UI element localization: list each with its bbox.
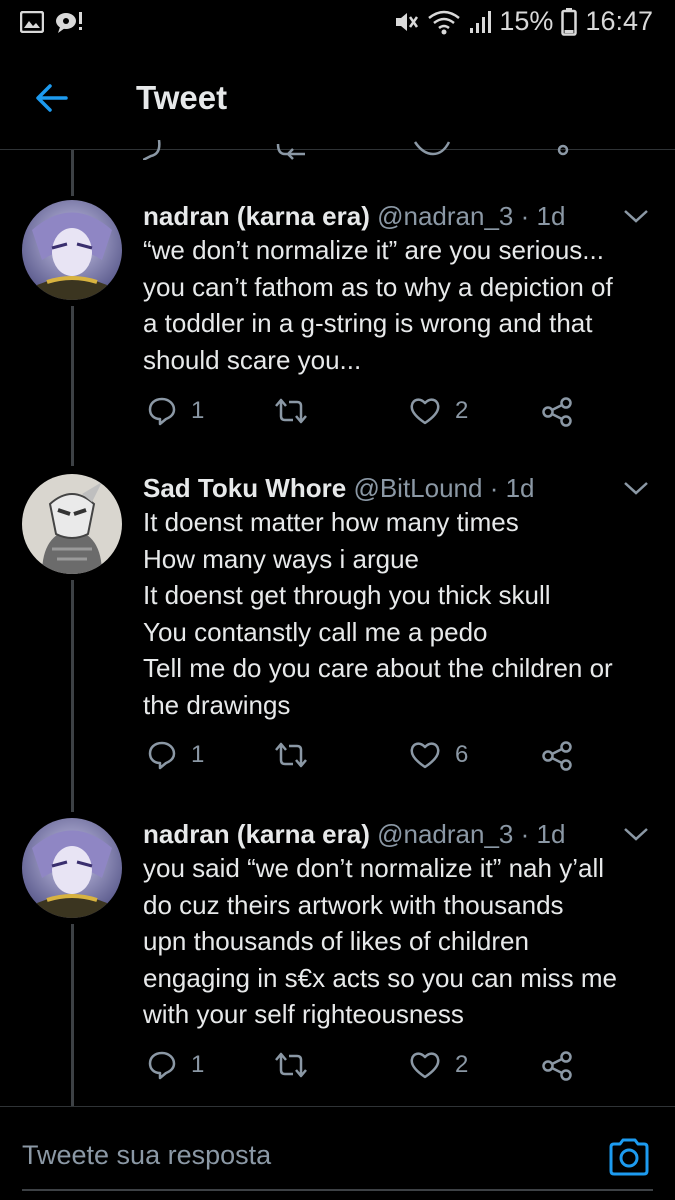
- tweet-age: · 1d: [520, 201, 566, 231]
- share-button[interactable]: [541, 396, 573, 428]
- tweet-age: · 1d: [520, 819, 566, 849]
- previous-tweet-actions: [143, 140, 593, 160]
- tweet-text: It doenst matter how many times How many…: [143, 504, 663, 723]
- retweet-button[interactable]: [273, 1050, 309, 1080]
- reply-button[interactable]: 1: [147, 396, 204, 426]
- like-count: 2: [455, 1051, 469, 1078]
- author-handle[interactable]: @nadran_3: [377, 819, 513, 849]
- tweet[interactable]: Sad Toku Whore @BitLound · 1d It doenst …: [0, 472, 675, 782]
- clock: 16:47: [585, 6, 653, 36]
- chevron-down-icon[interactable]: [621, 476, 651, 500]
- tweet-line: you said “we don’t normalize it” nah y’a…: [143, 853, 604, 883]
- mute-icon: [393, 9, 419, 35]
- tweet-line: upn thousands of likes of children: [143, 926, 529, 956]
- like-button[interactable]: 2: [409, 396, 468, 426]
- tweet-line: do cuz theirs artwork with thousands: [143, 889, 564, 920]
- tweet-line: “we don’t normalize it” are you serious.…: [143, 235, 604, 265]
- tweet-actions: 1 2: [143, 396, 593, 436]
- retweet-icon: [275, 1052, 307, 1078]
- tweet-line: you can’t fathom as to why a depiction o…: [143, 271, 613, 302]
- status-bar: 15% 16:47: [0, 0, 675, 46]
- retweet-button[interactable]: [273, 396, 309, 426]
- camera-icon[interactable]: [608, 1137, 650, 1177]
- avatar[interactable]: [22, 474, 122, 574]
- back-arrow-icon[interactable]: [30, 76, 74, 120]
- tweet-header: Sad Toku Whore @BitLound · 1d: [143, 472, 605, 504]
- reply-icon: [148, 397, 176, 426]
- share-icon: [542, 397, 572, 427]
- heart-icon: [410, 398, 440, 425]
- author-handle[interactable]: @BitLound: [353, 473, 482, 503]
- author-name[interactable]: nadran (karna era): [143, 201, 370, 231]
- heart-icon: [410, 742, 440, 769]
- tweet-line: the drawings: [143, 689, 291, 720]
- wifi-icon: [427, 9, 461, 35]
- reply-count: 1: [191, 741, 205, 768]
- author-handle[interactable]: @nadran_3: [377, 201, 513, 231]
- tweet-header: nadran (karna era) @nadran_3 · 1d: [143, 818, 605, 850]
- tweet-line: a toddler in a g-string is wrong and tha…: [143, 308, 593, 338]
- page-title: Tweet: [136, 79, 228, 116]
- like-button[interactable]: 6: [409, 740, 468, 770]
- retweet-icon: [275, 398, 307, 424]
- avatar[interactable]: [22, 200, 122, 300]
- like-button[interactable]: 2: [409, 1050, 468, 1080]
- tweet-text: you said “we don’t normalize it” nah y’a…: [143, 850, 663, 1033]
- tweet[interactable]: nadran (karna era) @nadran_3 · 1d you sa…: [0, 818, 675, 1098]
- share-button[interactable]: [541, 740, 573, 772]
- header: Tweet: [0, 46, 675, 150]
- battery-icon: [561, 7, 578, 36]
- reply-compose-bar: [0, 1106, 675, 1200]
- share-button[interactable]: [541, 1050, 573, 1082]
- share-icon: [542, 741, 572, 771]
- chat-notification-icon: [54, 10, 84, 39]
- tweet[interactable]: nadran (karna era) @nadran_3 · 1d “we do…: [0, 200, 675, 450]
- reply-icon: [148, 741, 176, 770]
- tweet-line: engaging in s€x acts so you can miss me: [143, 962, 618, 993]
- like-count: 6: [455, 741, 469, 768]
- author-name[interactable]: nadran (karna era): [143, 819, 370, 849]
- tweet-actions: 1 2: [143, 1050, 593, 1090]
- chevron-down-icon[interactable]: [621, 204, 651, 228]
- tweet-actions: 1 6: [143, 740, 593, 780]
- tweet-line: You contanstly call me a pedo: [143, 616, 488, 647]
- tweet-text: “we don’t normalize it” are you serious.…: [143, 232, 663, 378]
- heart-icon: [410, 1052, 440, 1079]
- tweet-line: should scare you...: [143, 344, 362, 375]
- tweet-age: · 1d: [489, 473, 535, 503]
- chevron-down-icon[interactable]: [621, 822, 651, 846]
- reply-count: 1: [191, 1051, 205, 1078]
- signal-icon: [469, 10, 492, 34]
- gallery-notification-icon: [19, 10, 45, 38]
- retweet-button[interactable]: [273, 740, 309, 770]
- reply-input[interactable]: [22, 1133, 562, 1177]
- tweet-line: How many ways i argue: [143, 543, 419, 574]
- avatar[interactable]: [22, 818, 122, 918]
- reply-button[interactable]: 1: [147, 740, 204, 770]
- reply-button[interactable]: 1: [147, 1050, 204, 1080]
- thread-line: [71, 150, 74, 196]
- battery-percent: 15%: [499, 6, 554, 36]
- retweet-icon: [275, 742, 307, 768]
- input-underline: [22, 1189, 653, 1191]
- share-icon: [542, 1051, 572, 1081]
- tweet-line: Tell me do you care about the children o…: [143, 653, 613, 683]
- tweet-line: It doenst matter how many times: [143, 507, 519, 537]
- reply-icon: [148, 1051, 176, 1080]
- tweet-line: with your self righteousness: [143, 999, 464, 1029]
- reply-count: 1: [191, 397, 205, 424]
- author-name[interactable]: Sad Toku Whore: [143, 473, 346, 503]
- tweet-line: It doenst get through you thick skull: [143, 580, 551, 610]
- tweet-header: nadran (karna era) @nadran_3 · 1d: [143, 200, 605, 232]
- like-count: 2: [455, 397, 469, 424]
